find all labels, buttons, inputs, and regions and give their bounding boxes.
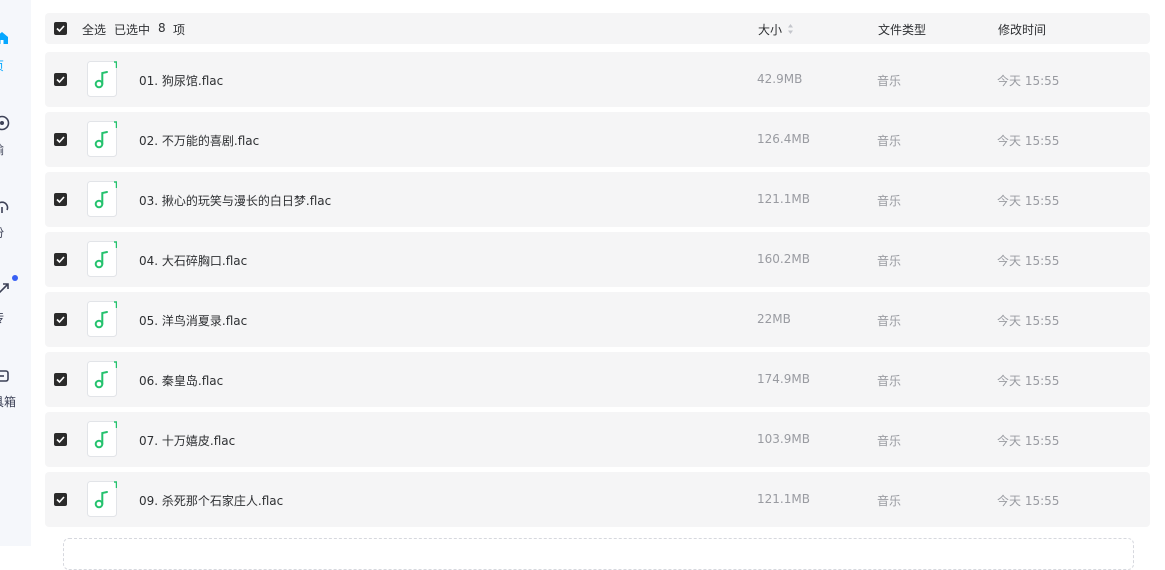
music-file-icon	[87, 301, 117, 337]
file-row[interactable]: 01. 狗尿馆.flac 42.9MB 音乐 今天 15:55	[45, 52, 1150, 107]
check-icon	[56, 256, 65, 264]
file-size: 121.1MB	[757, 492, 810, 506]
transfer-icon	[0, 115, 10, 131]
file-name[interactable]: 05. 洋鸟消夏录.flac	[139, 312, 247, 329]
row-checkbox[interactable]	[54, 193, 67, 206]
selected-prefix: 已选中	[114, 23, 151, 37]
file-size: 42.9MB	[757, 72, 803, 86]
file-type: 音乐	[877, 494, 902, 508]
file-name[interactable]: 03. 揪心的玩笑与漫长的白日梦.flac	[139, 192, 331, 209]
file-name[interactable]: 06. 秦皇岛.flac	[139, 372, 223, 389]
column-header-modified[interactable]: 修改时间	[998, 21, 1046, 38]
file-type: 音乐	[877, 374, 902, 388]
sidebar-item-toolbox[interactable]: 具箱	[0, 365, 31, 425]
column-header-type[interactable]: 文件类型	[878, 21, 926, 38]
column-header-size[interactable]: 大小	[758, 21, 782, 38]
file-name[interactable]: 01. 狗尿馆.flac	[139, 72, 223, 89]
row-checkbox[interactable]	[54, 313, 67, 326]
file-type: 音乐	[877, 194, 902, 208]
file-size: 174.9MB	[757, 372, 810, 386]
file-type: 音乐	[877, 254, 902, 268]
sidebar-item-label: 页	[0, 57, 4, 74]
file-size: 103.9MB	[757, 432, 810, 446]
sidebar-item-transfer[interactable]: 输	[0, 112, 31, 172]
file-modified: 今天 15:55	[997, 134, 1060, 148]
sidebar: 页 输 份 传 具箱	[0, 0, 31, 546]
file-modified: 今天 15:55	[997, 194, 1060, 208]
file-row[interactable]: 02. 不万能的喜剧.flac 126.4MB 音乐 今天 15:55	[45, 112, 1150, 167]
file-size: 22MB	[757, 312, 791, 326]
row-checkbox[interactable]	[54, 433, 67, 446]
sidebar-item-home[interactable]: 页	[0, 28, 31, 88]
file-name[interactable]: 09. 杀死那个石家庄人.flac	[139, 492, 283, 509]
file-list-panel: 全选 已选中 8 项 大小 文件类型 修改时间 01. 狗尿馆.flac 42.…	[31, 0, 1165, 570]
file-row[interactable]: 05. 洋鸟消夏录.flac 22MB 音乐 今天 15:55	[45, 292, 1150, 347]
file-row[interactable]: 09. 杀死那个石家庄人.flac 121.1MB 音乐 今天 15:55	[45, 472, 1150, 527]
file-modified: 今天 15:55	[997, 74, 1060, 88]
select-all-checkbox[interactable]	[54, 22, 67, 35]
selected-count: 8	[158, 21, 166, 35]
check-icon	[56, 76, 65, 84]
check-icon	[56, 376, 65, 384]
backup-icon	[0, 201, 9, 213]
file-size: 121.1MB	[757, 192, 810, 206]
file-modified: 今天 15:55	[997, 254, 1060, 268]
select-all-label[interactable]: 全选	[82, 21, 106, 38]
music-file-icon	[87, 481, 117, 517]
check-icon	[56, 136, 65, 144]
sidebar-item-label: 传	[0, 309, 4, 326]
toolbox-icon	[0, 370, 9, 382]
check-icon	[56, 196, 65, 204]
file-modified: 今天 15:55	[997, 494, 1060, 508]
music-file-icon	[87, 181, 117, 217]
home-icon	[0, 32, 8, 44]
file-type: 音乐	[877, 314, 902, 328]
selected-suffix: 项	[173, 23, 186, 37]
file-modified: 今天 15:55	[997, 314, 1060, 328]
music-file-icon	[87, 241, 117, 277]
music-file-icon	[87, 61, 117, 97]
file-row[interactable]: 04. 大石碎胸口.flac 160.2MB 音乐 今天 15:55	[45, 232, 1150, 287]
sidebar-item-label: 具箱	[0, 395, 17, 409]
upload-drop-zone[interactable]	[63, 538, 1134, 570]
sort-icon[interactable]	[787, 23, 794, 35]
file-size: 160.2MB	[757, 252, 810, 266]
file-type: 音乐	[877, 74, 902, 88]
row-checkbox[interactable]	[54, 253, 67, 266]
music-file-icon	[87, 121, 117, 157]
share-icon	[0, 283, 9, 294]
sidebar-item-label: 份	[0, 224, 4, 241]
file-modified: 今天 15:55	[997, 434, 1060, 448]
file-name[interactable]: 07. 十万嬉皮.flac	[139, 432, 235, 449]
notification-dot	[12, 275, 18, 281]
file-row[interactable]: 03. 揪心的玩笑与漫长的白日梦.flac 121.1MB 音乐 今天 15:5…	[45, 172, 1150, 227]
check-icon	[56, 436, 65, 444]
file-type: 音乐	[877, 434, 902, 448]
sidebar-item-label: 输	[0, 141, 4, 158]
sidebar-item-backup[interactable]: 份	[0, 195, 31, 255]
file-row[interactable]: 06. 秦皇岛.flac 174.9MB 音乐 今天 15:55	[45, 352, 1150, 407]
check-icon	[56, 25, 65, 33]
file-row[interactable]: 07. 十万嬉皮.flac 103.9MB 音乐 今天 15:55	[45, 412, 1150, 467]
file-name[interactable]: 04. 大石碎胸口.flac	[139, 252, 247, 269]
file-size: 126.4MB	[757, 132, 810, 146]
row-checkbox[interactable]	[54, 73, 67, 86]
file-modified: 今天 15:55	[997, 374, 1060, 388]
file-name[interactable]: 02. 不万能的喜剧.flac	[139, 132, 259, 149]
file-type: 音乐	[877, 134, 902, 148]
check-icon	[56, 496, 65, 504]
row-checkbox[interactable]	[54, 133, 67, 146]
row-checkbox[interactable]	[54, 373, 67, 386]
sidebar-item-share[interactable]: 传	[0, 275, 31, 336]
file-list-header: 全选 已选中 8 项 大小 文件类型 修改时间	[45, 13, 1150, 44]
check-icon	[56, 316, 65, 324]
music-file-icon	[87, 361, 117, 397]
row-checkbox[interactable]	[54, 493, 67, 506]
music-file-icon	[87, 421, 117, 457]
